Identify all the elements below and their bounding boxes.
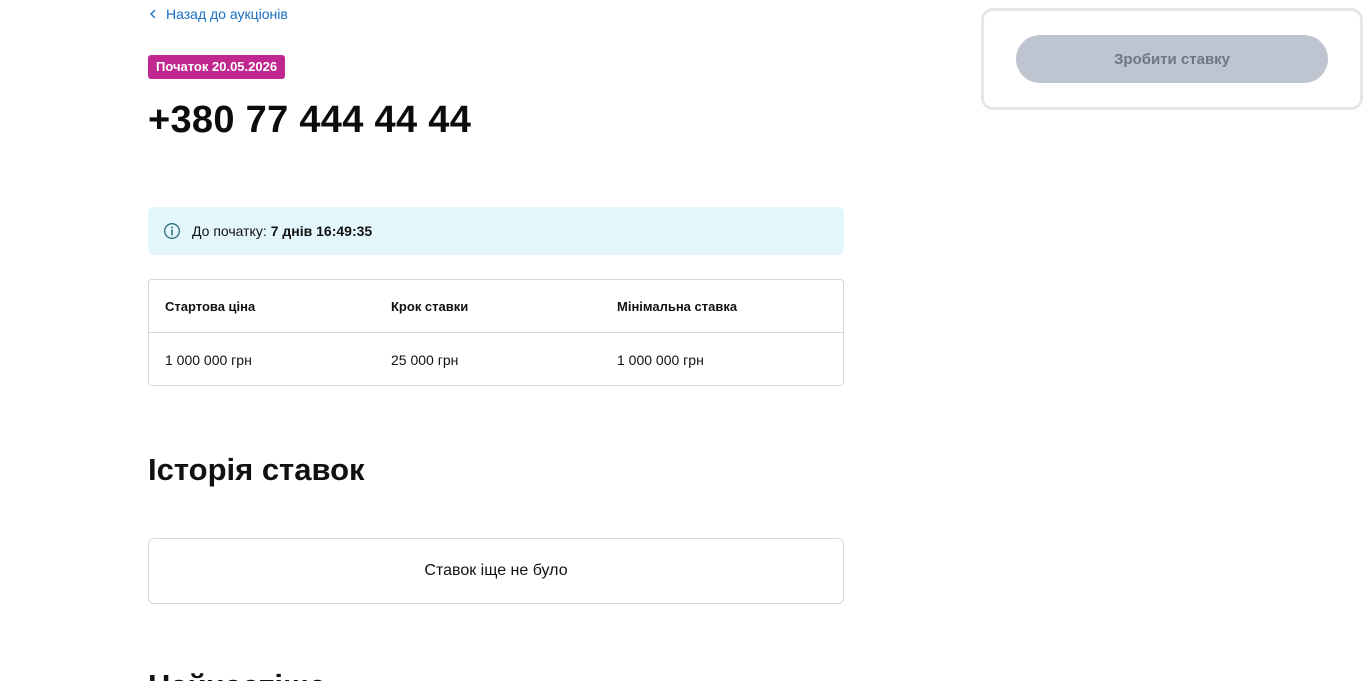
- start-date-badge: Початок 20.05.2026: [148, 55, 286, 79]
- price-table-header-row: Стартова ціна Крок ставки Мінімальна ста…: [149, 280, 843, 333]
- header-start-price: Стартова ціна: [165, 298, 256, 314]
- bid-history-title: Історія ставок: [148, 452, 365, 487]
- countdown-label: До початку:: [192, 223, 267, 239]
- header-bid-step: Крок ставки: [391, 298, 469, 314]
- value-bid-step: 25 000 грн: [391, 351, 459, 368]
- countdown-value: 7 днів 16:49:35: [270, 223, 373, 239]
- price-table: Стартова ціна Крок ставки Мінімальна ста…: [148, 279, 844, 386]
- bid-history-empty-state: Ставок іще не було: [148, 538, 844, 604]
- next-section-title: Найчастіше: [148, 666, 326, 681]
- back-to-auctions-link[interactable]: Назад до аукціонів: [148, 6, 288, 22]
- countdown-banner: До початку: 7 днів 16:49:35: [148, 207, 844, 255]
- back-link-label: Назад до аукціонів: [166, 6, 288, 22]
- lot-title: +380 77 444 44 44: [148, 99, 472, 141]
- place-bid-button[interactable]: Зробити ставку: [1016, 35, 1328, 83]
- auction-lot-page: Назад до аукціонів Початок 20.05.2026 +3…: [0, 0, 1367, 681]
- info-icon: [164, 223, 180, 239]
- chevron-left-icon: [150, 9, 156, 19]
- price-table-value-row: 1 000 000 грн 25 000 грн 1 000 000 грн: [149, 333, 843, 385]
- value-min-bid: 1 000 000 грн: [617, 351, 704, 368]
- header-min-bid: Мінімальна ставка: [617, 298, 738, 314]
- value-start-price: 1 000 000 грн: [165, 351, 252, 368]
- empty-bids-text: Ставок іще не було: [424, 562, 568, 579]
- bid-panel: Зробити ставку: [981, 8, 1363, 110]
